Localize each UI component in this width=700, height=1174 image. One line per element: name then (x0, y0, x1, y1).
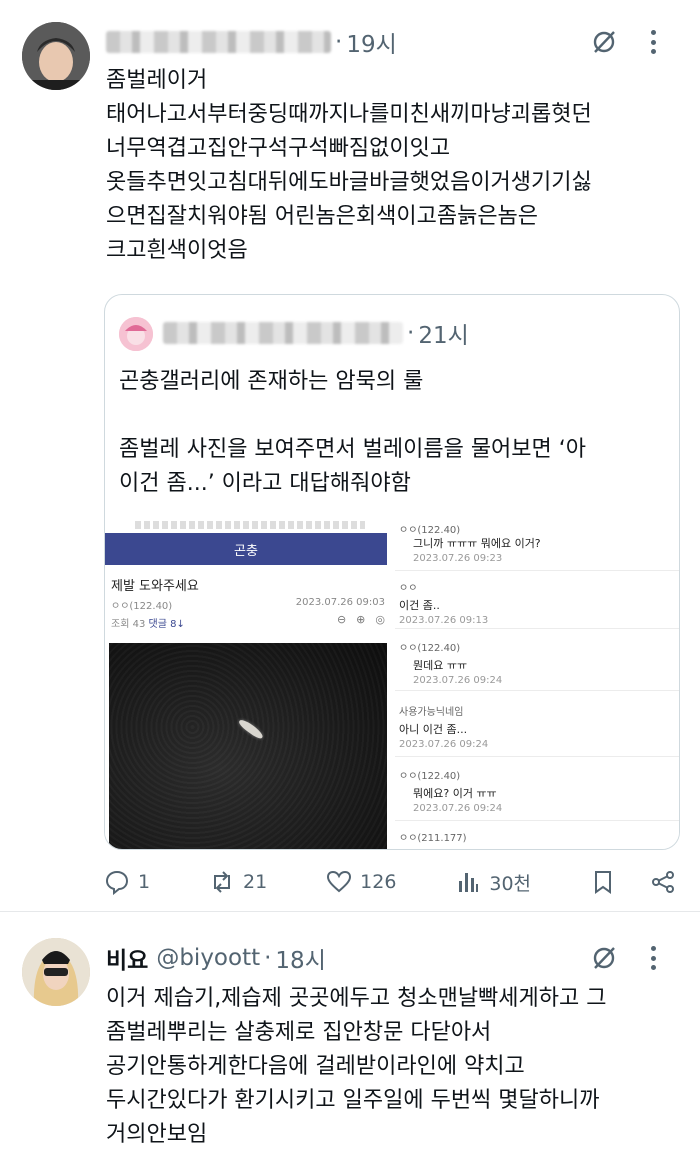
like-icon (327, 870, 352, 893)
post-stats: 조회 43 댓글 8↓ (111, 615, 185, 630)
comment: ㅇㅇ(122.40) 뭐에요? 이거 ㅠㅠ 2023.07.26 09:24 (395, 761, 679, 821)
tweet-header: · 19시 (106, 26, 680, 58)
comment: ㅇㅇ(122.40) 그니까 ㅠㅠㅠ 뭐에요 이거? 2023.07.26 09… (395, 521, 679, 571)
post-title: 제발 도와주세요 (111, 579, 199, 594)
timestamp[interactable]: 18시 (275, 941, 325, 975)
quoted-tweet[interactable]: · 21시 곤충갤러리에 존재하는 암묵의 룰 좀벌레 사진을 보여주면서 벌레… (104, 294, 680, 850)
tweet-main[interactable]: · 19시 좀벌레이거 태어나고서부터중딩때까지나를미친새끼마냥괴롭혓던 너무역… (0, 0, 700, 912)
bookmark-icon[interactable] (590, 869, 616, 895)
timestamp[interactable]: 19시 (346, 25, 396, 59)
silverfish (237, 717, 265, 741)
screenshot-comments: ㅇㅇ(122.40) 그니까 ㅠㅠㅠ 뭐에요 이거? 2023.07.26 09… (395, 521, 679, 849)
comment: ㅇㅇ(122.40) 뭔데요 ㅠㅠ 2023.07.26 09:24 (395, 633, 679, 691)
quote-text: 곤충갤러리에 존재하는 암묵의 룰 좀벌레 사진을 보여주면서 벌레이름을 물어… (119, 369, 587, 496)
reply-icon (105, 870, 129, 895)
display-name[interactable]: 비요 (106, 941, 148, 975)
tweet-text: 이거 제습기,제습제 곳곳에두고 청소맨날빡세게하고 그 좀벌레뿌리는 살충제로… (106, 986, 607, 1147)
username-redacted[interactable] (106, 31, 331, 53)
url-strip (135, 521, 365, 529)
quote-avatar (119, 317, 153, 351)
post-comments: 댓글 8↓ (148, 619, 185, 630)
retweet-icon (214, 871, 231, 893)
comment: ㅇㅇ(211.177) (399, 833, 467, 844)
quote-username-redacted (163, 322, 403, 344)
more-icon[interactable] (650, 946, 656, 970)
reply-button[interactable]: 1 (104, 869, 150, 895)
retweet-button[interactable]: 21 (209, 869, 267, 895)
more-icon[interactable] (650, 30, 656, 54)
handle[interactable]: @biyoott (156, 945, 260, 971)
tweet-text: 좀벌레이거 태어나고서부터중딩때까지나를미친새끼마냥괴롭혓던 너무역겹고집안구석… (106, 68, 592, 263)
avatar[interactable] (22, 22, 90, 90)
like-button[interactable]: 126 (326, 869, 396, 895)
views-count: 30천 (489, 872, 532, 895)
post-views: 조회 43 (111, 619, 146, 630)
quote-timestamp: 21시 (418, 323, 469, 349)
comment: 사용가능닉네임 아니 이건 좀... 2023.07.26 09:24 (395, 695, 679, 757)
reply-count: 1 (138, 871, 151, 893)
screenshot-post: 곤충 제발 도와주세요 ㅇㅇ(122.40) 2023.07.26 09:03 … (105, 521, 391, 849)
grok-icon[interactable] (590, 944, 618, 972)
post-date: 2023.07.26 09:03 (295, 597, 385, 608)
comment: ㅇㅇ 이건 좀.. 2023.07.26 09:13 (395, 573, 679, 629)
settings-icon: ◎ (375, 613, 385, 626)
gallery-bar: 곤충 (105, 533, 387, 565)
post-icons: ⊖ ⊕ ◎ (337, 613, 385, 626)
views-button[interactable]: 30천 (455, 869, 531, 896)
share-icon[interactable] (650, 869, 676, 895)
like-count: 126 (360, 871, 397, 893)
views-icon (459, 873, 479, 892)
tweet-reply[interactable]: 비요 @biyoott · 18시 이거 제습기,제습제 곳곳에두고 청소맨날빡… (0, 916, 700, 1174)
tweet-header: 비요 @biyoott · 18시 (106, 942, 680, 974)
action-bar: 1 21 126 30천 (104, 867, 676, 897)
zoom-in-icon: ⊕ (356, 613, 366, 626)
quote-header: · 21시 (163, 317, 469, 349)
bug-photo (109, 643, 387, 849)
post-meta: ㅇㅇ(122.40) 2023.07.26 09:03 (111, 597, 385, 612)
grok-icon[interactable] (590, 28, 618, 56)
retweet-count: 21 (243, 871, 268, 893)
post-author: ㅇㅇ(122.40) (111, 601, 173, 612)
zoom-icon: ⊖ (336, 613, 347, 626)
avatar[interactable] (22, 938, 90, 1006)
